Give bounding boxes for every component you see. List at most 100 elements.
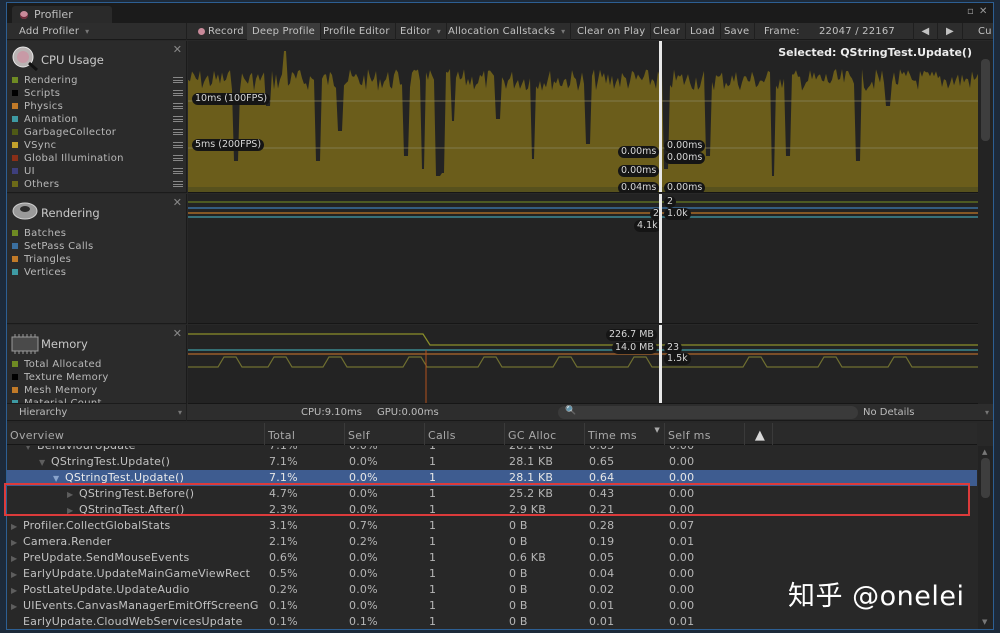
- clear-on-play-button[interactable]: Clear on Play: [572, 23, 652, 40]
- cursor-value: 0.04ms: [618, 182, 660, 192]
- legend-item[interactable]: Others: [11, 178, 183, 191]
- column-self[interactable]: Self: [345, 423, 425, 445]
- reorder-handle-icon[interactable]: [173, 181, 183, 187]
- legend-item[interactable]: UI: [11, 165, 183, 178]
- close-module-icon[interactable]: ✕: [173, 43, 182, 56]
- allocation-callstacks-dropdown[interactable]: Allocation Callstacks: [443, 23, 572, 40]
- add-profiler-dropdown[interactable]: Add Profiler: [7, 23, 187, 40]
- table-row[interactable]: ▶ PreUpdate.SendMouseEvents 0.6% 0.0% 1 0.6 K…: [7, 550, 977, 566]
- next-frame-button[interactable]: ▶: [938, 23, 963, 40]
- reorder-handle-icon[interactable]: [173, 116, 183, 122]
- details-dropdown[interactable]: No Details: [859, 404, 993, 421]
- table-row[interactable]: ▶ Profiler.CollectGlobalStats 3.1% 0.7% 1 0 B…: [7, 518, 977, 534]
- expand-right-icon[interactable]: ▶: [67, 503, 79, 519]
- expand-down-icon[interactable]: ▼: [53, 471, 65, 487]
- watermark: 知乎 @onelei: [788, 581, 965, 612]
- legend-item[interactable]: Global Illumination: [11, 152, 183, 165]
- row-selfms-cell: 0.01: [669, 615, 695, 628]
- expand-right-icon[interactable]: ▶: [11, 567, 23, 583]
- target-dropdown[interactable]: Editor: [395, 23, 448, 40]
- legend-item[interactable]: Physics: [11, 100, 183, 113]
- cpu-usage-graph[interactable]: 10ms (100FPS) 5ms (200FPS) Selected: QSt…: [188, 41, 978, 193]
- legend-item[interactable]: Scripts: [11, 87, 183, 100]
- memory-graph[interactable]: 226.7 MB 14.0 MB 23 1.5k: [188, 325, 978, 404]
- row-name-cell: ▶ PostLateUpdate.UpdateAudio: [11, 582, 265, 599]
- table-row[interactable]: ▼ QStringTest.Update() 7.1% 0.0% 1 28.1 KB 0.6…: [7, 470, 977, 486]
- graph-scrollbar-thumb[interactable]: [981, 59, 990, 141]
- rendering-graph[interactable]: 2 2 1.0k 4.1k: [188, 194, 978, 324]
- close-window-icon[interactable]: ✕: [979, 6, 987, 17]
- legend-swatch: [12, 387, 18, 393]
- column-calls[interactable]: Calls: [425, 423, 505, 445]
- graph-scrollbar[interactable]: [978, 41, 993, 404]
- search-input[interactable]: 🔍: [558, 406, 858, 419]
- legend-item[interactable]: Rendering: [11, 74, 183, 87]
- legend-label: Vertices: [24, 267, 67, 278]
- table-row[interactable]: ▶ QStringTest.After() 2.3% 0.0% 1 2.9 KB 0.21 0…: [7, 502, 977, 518]
- column-overview[interactable]: Overview: [7, 423, 265, 445]
- legend-item[interactable]: SetPass Calls: [11, 240, 183, 253]
- view-mode-dropdown[interactable]: Hierarchy: [7, 404, 187, 421]
- expand-down-icon[interactable]: ▼: [39, 455, 51, 471]
- memory-module-panel[interactable]: Memory ✕ Total Allocated Texture Memory Me…: [7, 325, 187, 404]
- clear-button[interactable]: Clear: [648, 23, 687, 40]
- frame-cursor[interactable]: [659, 41, 662, 192]
- current-frame-button[interactable]: Cu: [973, 23, 997, 40]
- legend-item[interactable]: GarbageCollector: [11, 126, 183, 139]
- legend-item[interactable]: Animation: [11, 113, 183, 126]
- reorder-handle-icon[interactable]: [173, 90, 183, 96]
- save-button[interactable]: Save: [719, 23, 756, 40]
- expand-right-icon[interactable]: ▶: [11, 519, 23, 535]
- selected-sample-label: Selected: QStringTest.Update(): [778, 46, 972, 59]
- profile-editor-button[interactable]: Profile Editor: [318, 23, 396, 40]
- column-total[interactable]: Total: [265, 423, 345, 445]
- frame-cursor[interactable]: [659, 325, 662, 403]
- expand-right-icon[interactable]: ▶: [11, 535, 23, 551]
- expand-right-icon[interactable]: ▶: [67, 487, 79, 503]
- legend-item[interactable]: Mesh Memory: [11, 384, 183, 397]
- prev-frame-button[interactable]: ◀: [913, 23, 938, 40]
- tab-profiler[interactable]: Profiler: [12, 6, 112, 24]
- legend-swatch: [12, 116, 18, 122]
- tree-scrollbar-thumb[interactable]: [981, 458, 990, 498]
- table-row[interactable]: ▼BehaviourUpdate7.1%0.0%128.1 KB0.650.00: [7, 446, 977, 454]
- deep-profile-button[interactable]: Deep Profile: [247, 23, 322, 40]
- load-button[interactable]: Load: [685, 23, 721, 40]
- reorder-handle-icon[interactable]: [173, 103, 183, 109]
- legend-item[interactable]: Total Allocated: [11, 358, 183, 371]
- close-module-icon[interactable]: ✕: [173, 196, 182, 209]
- reorder-handle-icon[interactable]: [173, 142, 183, 148]
- reorder-handle-icon[interactable]: [173, 155, 183, 161]
- table-row[interactable]: EarlyUpdate.CloudWebServicesUpdate 0.1% 0.…: [7, 614, 977, 629]
- frame-cursor[interactable]: [659, 194, 662, 323]
- cursor-value: 226.7 MB: [606, 329, 657, 341]
- warning-column-icon[interactable]: ▲: [745, 423, 773, 445]
- legend-item[interactable]: VSync: [11, 139, 183, 152]
- record-button[interactable]: Record: [193, 23, 250, 40]
- close-module-icon[interactable]: ✕: [173, 327, 182, 340]
- column-self-ms[interactable]: Self ms: [665, 423, 745, 445]
- legend-item[interactable]: Material Count: [11, 397, 183, 403]
- column-gc-alloc[interactable]: GC Alloc: [505, 423, 585, 445]
- column-time-ms[interactable]: Time ms ▼: [585, 423, 665, 445]
- expand-right-icon[interactable]: ▶: [11, 551, 23, 567]
- legend-item[interactable]: Texture Memory: [11, 371, 183, 384]
- table-row[interactable]: ▼ QStringTest.Update() 7.1% 0.0% 1 28.1 KB 0.6…: [7, 454, 977, 470]
- tree-scrollbar[interactable]: ▲ ▼: [978, 446, 993, 629]
- scroll-down-icon[interactable]: ▼: [982, 618, 987, 626]
- legend-item[interactable]: Triangles: [11, 253, 183, 266]
- reorder-handle-icon[interactable]: [173, 77, 183, 83]
- reorder-handle-icon[interactable]: [173, 129, 183, 135]
- scroll-up-icon[interactable]: ▲: [982, 448, 987, 456]
- maximize-icon[interactable]: ▫: [967, 6, 974, 17]
- cpu-module-panel[interactable]: CPU Usage ✕ Rendering Scripts Physics Anima…: [7, 41, 187, 193]
- rendering-module-panel[interactable]: Rendering ✕ Batches SetPass Calls Triangle…: [7, 194, 187, 324]
- legend-item[interactable]: Batches: [11, 227, 183, 240]
- expand-right-icon[interactable]: ▶: [11, 599, 23, 615]
- legend-item[interactable]: Vertices: [11, 266, 183, 279]
- expand-right-icon[interactable]: ▶: [11, 583, 23, 599]
- row-gc-cell: 28.1 KB: [509, 471, 554, 484]
- table-row[interactable]: ▶ QStringTest.Before() 4.7% 0.0% 1 25.2 KB 0.4…: [7, 486, 977, 502]
- reorder-handle-icon[interactable]: [173, 168, 183, 174]
- table-row[interactable]: ▶ Camera.Render 2.1% 0.2% 1 0 B 0.19 0.01: [7, 534, 977, 550]
